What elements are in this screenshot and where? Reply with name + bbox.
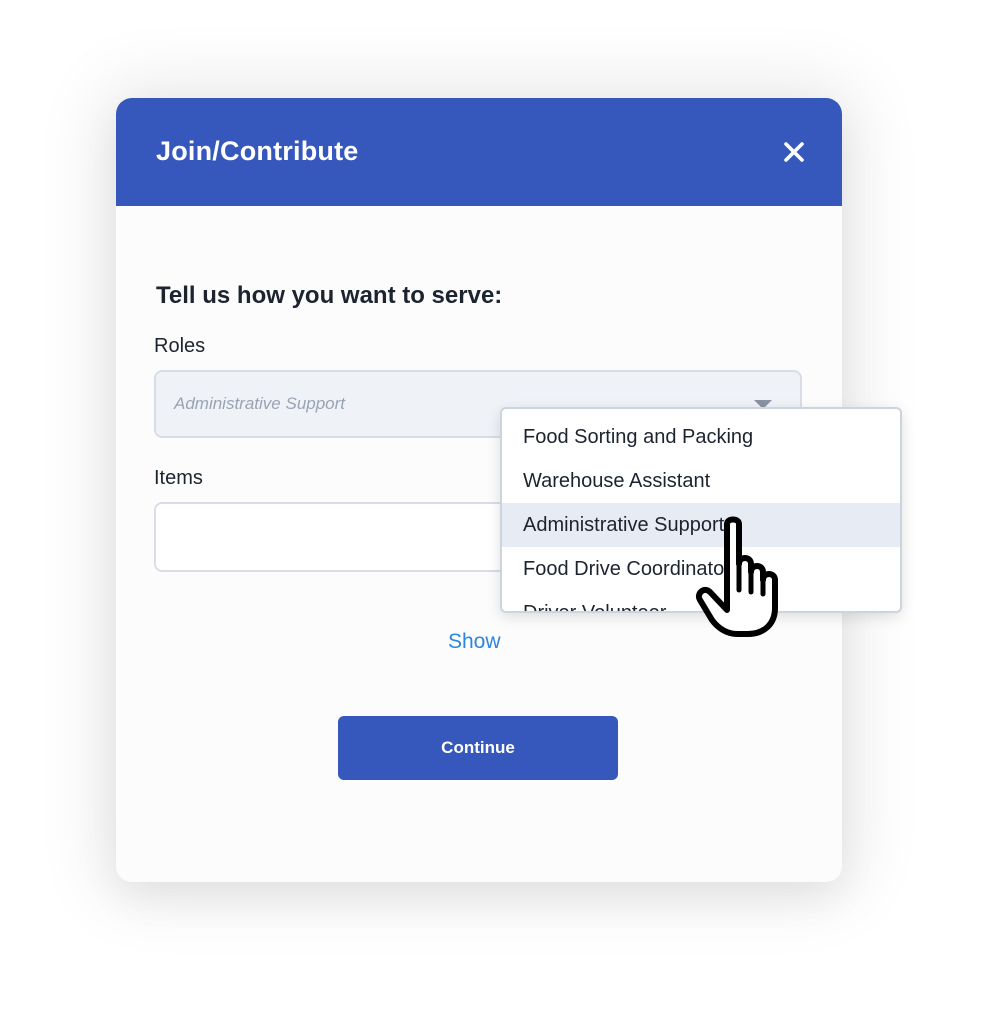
dropdown-option-administrative-support[interactable]: Administrative Support	[502, 503, 900, 547]
dropdown-option-warehouse-assistant[interactable]: Warehouse Assistant	[502, 459, 900, 503]
modal-title: Join/Contribute	[156, 136, 359, 166]
roles-dropdown-menu: Food Sorting and Packing Warehouse Assis…	[500, 407, 902, 613]
roles-selected-value: Administrative Support	[174, 394, 346, 413]
section-title: Tell us how you want to serve:	[156, 282, 503, 309]
continue-button[interactable]: Continue	[338, 716, 618, 780]
dropdown-option-food-drive-coordinator[interactable]: Food Drive Coordinator	[502, 547, 900, 591]
close-button[interactable]	[778, 136, 810, 168]
roles-label: Roles	[154, 335, 206, 357]
show-link[interactable]: Show	[448, 630, 501, 654]
dropdown-option-food-sorting-and-packing[interactable]: Food Sorting and Packing	[502, 415, 900, 459]
close-icon	[784, 142, 804, 162]
modal-header: Join/Contribute	[116, 98, 842, 206]
items-label: Items	[154, 467, 203, 489]
dropdown-option-driver-volunteer[interactable]: Driver Volunteer	[502, 591, 900, 611]
